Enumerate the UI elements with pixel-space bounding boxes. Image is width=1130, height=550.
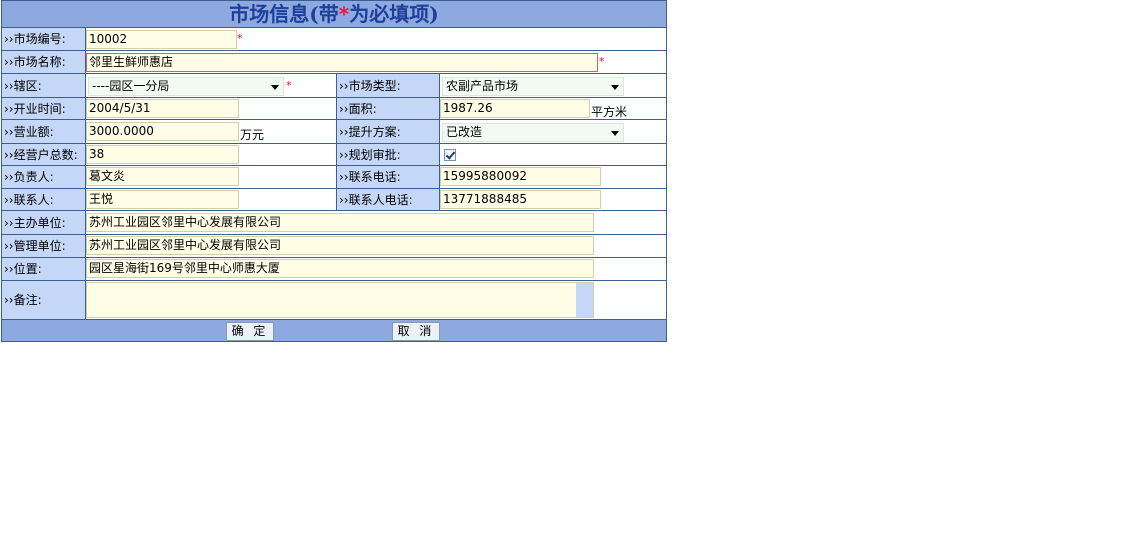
revenue-input[interactable]: 3000.0000 <box>86 122 239 141</box>
row-district: ››辖区: ----园区一分局 * ››市场类型: 农副产品市场 <box>2 73 666 97</box>
market-type-label: ››市场类型: <box>336 74 440 97</box>
remarks-textarea[interactable] <box>86 282 594 318</box>
market-type-select[interactable]: 农副产品市场 <box>442 77 624 96</box>
location-input[interactable]: 园区星海街169号邻里中心师惠大厦 <box>86 259 594 278</box>
area-input[interactable]: 1987.26 <box>440 99 590 118</box>
cancel-button[interactable]: 取 消 <box>392 322 440 341</box>
revenue-unit: 万元 <box>240 128 265 142</box>
manager-label: ››负责人: <box>2 166 86 188</box>
sponsor-input[interactable]: 苏州工业园区邻里中心发展有限公司 <box>86 213 594 232</box>
market-type-selected-value: 农副产品市场 <box>446 79 519 93</box>
row-revenue: ››营业额: 3000.0000 万元 ››提升方案: 已改造 <box>2 119 666 143</box>
form-footer: 确 定 取 消 <box>2 319 666 341</box>
sponsor-label: ››主办单位: <box>2 211 86 234</box>
title-required-star: * <box>338 2 350 26</box>
row-management: ››管理单位: 苏州工业园区邻里中心发展有限公司 <box>2 234 666 257</box>
market-name-label: ››市场名称: <box>2 51 86 73</box>
required-mark: * <box>286 79 292 92</box>
remarks-label: ››备注: <box>2 281 86 319</box>
upgrade-plan-label: ››提升方案: <box>336 120 440 143</box>
open-date-label: ››开业时间: <box>2 98 86 119</box>
row-sponsor: ››主办单位: 苏州工业园区邻里中心发展有限公司 <box>2 210 666 234</box>
title-text-prefix: 市场信息(带 <box>229 2 339 26</box>
contact-label: ››联系人: <box>2 189 86 210</box>
required-mark: * <box>237 32 243 45</box>
contact-phone-label: ››联系人电话: <box>336 189 440 210</box>
vendor-count-input[interactable]: 38 <box>86 145 239 164</box>
row-open-date: ››开业时间: 2004/5/31 ››面积: 1987.26 平方米 <box>2 97 666 119</box>
area-label: ››面积: <box>336 98 440 119</box>
market-info-form: 市场信息(带*为必填项) ››市场编号: 10002 * ››市场名称: 邻里生… <box>1 0 667 342</box>
chevron-down-icon <box>611 85 619 90</box>
phone-label: ››联系电话: <box>336 166 440 188</box>
required-mark: * <box>599 55 605 68</box>
form-title: 市场信息(带*为必填项) <box>2 1 666 27</box>
manager-input[interactable]: 葛文炎 <box>86 167 239 186</box>
area-unit: 平方米 <box>591 105 628 119</box>
market-name-input[interactable]: 邻里生鲜师惠店 <box>86 53 598 72</box>
plan-approval-checkbox[interactable] <box>444 149 456 161</box>
revenue-label: ››营业额: <box>2 120 86 143</box>
plan-approval-label: ››规划审批: <box>336 144 440 165</box>
contact-input[interactable]: 王悦 <box>86 190 239 209</box>
management-label: ››管理单位: <box>2 235 86 257</box>
district-selected-value: ----园区一分局 <box>92 79 170 93</box>
market-no-label: ››市场编号: <box>2 28 86 50</box>
row-location: ››位置: 园区星海街169号邻里中心师惠大厦 <box>2 257 666 280</box>
chevron-down-icon <box>271 85 279 90</box>
contact-phone-input[interactable]: 13771888485 <box>440 190 601 209</box>
district-select[interactable]: ----园区一分局 <box>88 77 284 96</box>
remarks-scrollbar[interactable] <box>576 283 593 317</box>
confirm-button[interactable]: 确 定 <box>226 322 274 341</box>
management-input[interactable]: 苏州工业园区邻里中心发展有限公司 <box>86 236 594 255</box>
row-market-name: ››市场名称: 邻里生鲜师惠店 * <box>2 50 666 73</box>
row-market-no: ››市场编号: 10002 * <box>2 27 666 50</box>
row-vendor-count: ››经营户总数: 38 ››规划审批: <box>2 143 666 165</box>
location-label: ››位置: <box>2 258 86 280</box>
phone-input[interactable]: 15995880092 <box>440 167 601 186</box>
chevron-down-icon <box>611 131 619 136</box>
district-label: ››辖区: <box>2 74 86 97</box>
upgrade-plan-select[interactable]: 已改造 <box>442 123 624 142</box>
title-text-suffix: 为必填项) <box>349 2 439 26</box>
row-remarks: ››备注: <box>2 280 666 319</box>
vendor-count-label: ››经营户总数: <box>2 144 86 165</box>
open-date-input[interactable]: 2004/5/31 <box>86 99 239 118</box>
row-contact: ››联系人: 王悦 ››联系人电话: 13771888485 <box>2 188 666 210</box>
upgrade-plan-selected-value: 已改造 <box>446 125 483 139</box>
row-manager: ››负责人: 葛文炎 ››联系电话: 15995880092 <box>2 165 666 188</box>
market-no-input[interactable]: 10002 <box>86 30 237 49</box>
